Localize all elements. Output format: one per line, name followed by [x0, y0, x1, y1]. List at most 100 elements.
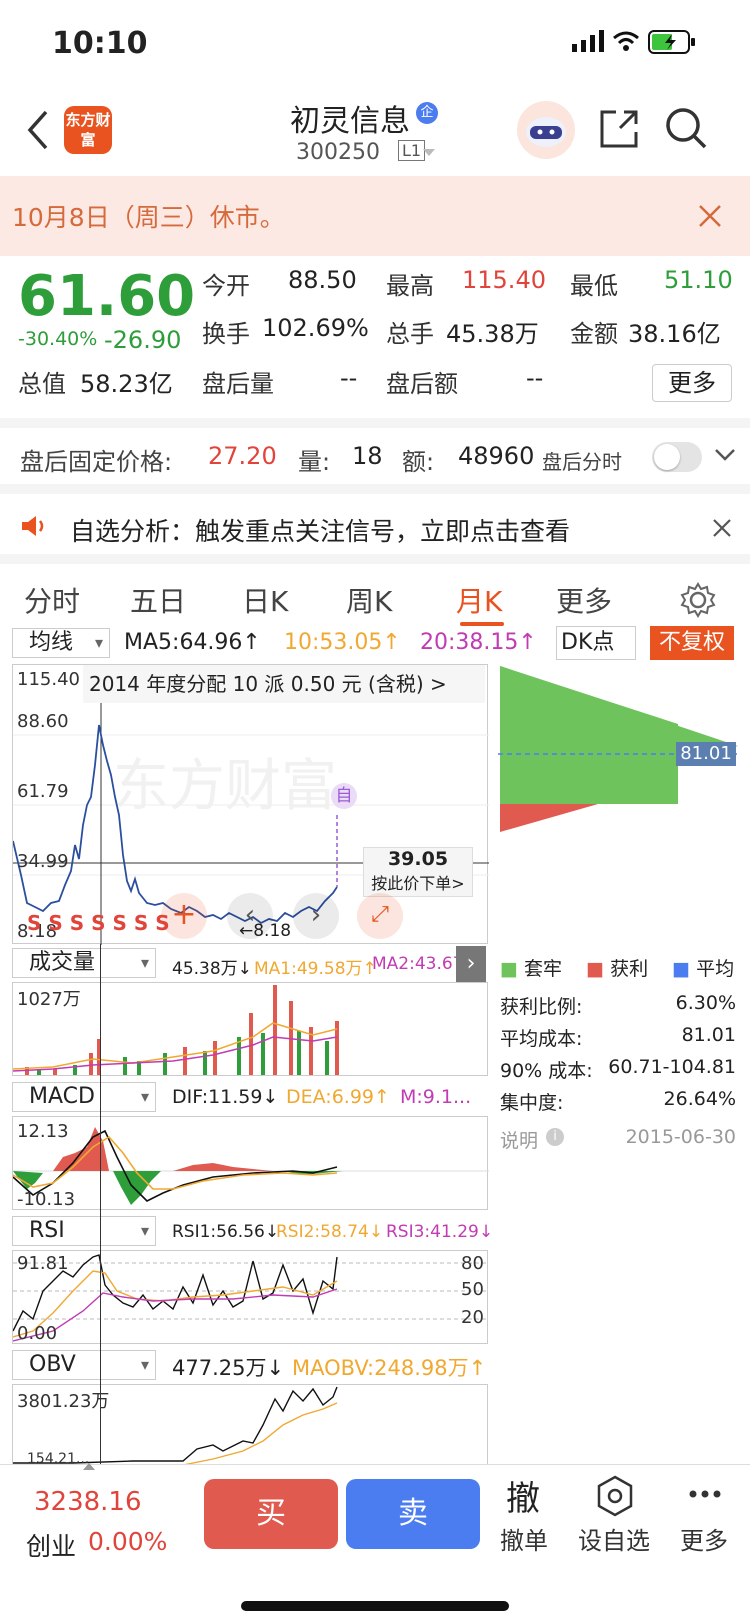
index-value[interactable]: 3238.16 [34, 1487, 142, 1517]
after-hours-price: 27.20 [208, 442, 277, 470]
obv-chart[interactable]: 3801.23万 154.21... [12, 1384, 488, 1467]
notice-text: 10月8日（周三）休市。 [12, 203, 285, 232]
after-hours-vol-label: 量: [298, 448, 331, 476]
more-dots-icon[interactable] [688, 1489, 722, 1499]
high-value: 115.40 [462, 266, 546, 294]
status-bar: 10:10 [0, 0, 750, 88]
kline-chart[interactable]: 东方财富 115.40 88.60 61.79 34.99 8.18 2014 … [12, 664, 489, 945]
after-hours-toggle[interactable] [652, 442, 702, 472]
tab-weekly-k[interactable]: 周K [346, 580, 392, 620]
index-change: 0.00% [88, 1527, 168, 1556]
gear-icon[interactable] [680, 582, 716, 618]
after-hours-amount-value: -- [526, 364, 544, 392]
indicator-select-macd[interactable]: MACD [12, 1082, 156, 1112]
crosshair-line [100, 944, 101, 1464]
set-watchlist-button[interactable]: 设自选 [578, 1521, 650, 1556]
chevron-right-icon[interactable]: › [293, 893, 339, 939]
turnover-label: 换手 [202, 320, 250, 348]
legend-average: 平均 [696, 958, 735, 980]
chip-avg-tag: 81.01 [676, 742, 736, 766]
tab-daily-k[interactable]: 日K [242, 580, 288, 620]
bottom-trade-bar: 3238.16 创业 0.00% 买 卖 撤 撤单 设自选 更多 [0, 1461, 750, 1624]
chip-stat-label: 平均成本: [500, 1028, 583, 1050]
chip-note-label: 说明 [500, 1130, 539, 1152]
after-hours-amt: 48960 [458, 442, 535, 470]
rsi-level-80: 80 [461, 1253, 484, 1274]
bottom-more-button[interactable]: 更多 [680, 1521, 728, 1556]
after-hours-amount-label: 盘后额 [386, 370, 458, 398]
dividend-banner[interactable]: 2014 年度分配 10 派 0.50 元 (含税) > [83, 665, 485, 703]
chip-stat-row: 平均成本: 81.01 [500, 1024, 736, 1056]
chip-stat-row: 集中度: 26.64% [500, 1088, 736, 1120]
order-price: 39.05 [387, 848, 449, 870]
mktcap-label: 总值 [18, 370, 66, 398]
stock-code: 300250 [296, 140, 380, 165]
indicator-select-volume[interactable]: 成交量 [12, 948, 156, 978]
quote-panel: 61.60 -30.40% -26.90 今开 88.50 最高 115.40 … [0, 256, 750, 416]
zoom-in-icon[interactable]: + [161, 893, 207, 939]
share-icon[interactable] [598, 108, 640, 150]
maobv-value: MAOBV:248.98万↑ [292, 1356, 487, 1380]
legend-trapped: 套牢 [524, 958, 563, 980]
chip-stat-value: 6.30% [675, 992, 736, 1014]
chip-distribution[interactable]: 81.01 [498, 664, 738, 944]
macd-max-label: 12.13 [17, 1121, 69, 1142]
indicator-select-obv[interactable]: OBV [12, 1350, 156, 1380]
chevron-left-icon[interactable]: ‹ [227, 893, 273, 939]
close-icon[interactable] [712, 518, 732, 538]
order-price-tag[interactable]: 39.05 按此价下单> [363, 847, 473, 897]
panel-expand-arrow-icon[interactable]: › [456, 946, 486, 982]
chevron-down-icon[interactable] [714, 448, 736, 462]
watchlist-alert[interactable]: 自选分析：触发重点关注信号，立即点击查看 [0, 484, 750, 554]
tab-more[interactable]: 更多 [556, 580, 612, 620]
info-icon[interactable]: i [546, 1128, 564, 1146]
volume-ma1: MA1:49.58万↑ [254, 959, 377, 979]
indicator-select-ma[interactable]: 均线 [12, 628, 110, 658]
dk-point-select[interactable]: DK点 [556, 626, 636, 660]
amount-value: 38.16亿 [628, 320, 721, 348]
chevron-down-icon[interactable] [422, 148, 436, 158]
alert-text: 自选分析：触发重点关注信号，立即点击查看 [70, 517, 571, 546]
cancel-order-icon[interactable]: 撤 [506, 1471, 540, 1520]
battery-icon [648, 30, 695, 54]
sell-signal-marks: S S S S S S S [27, 911, 170, 935]
quote-more-button[interactable]: 更多 [652, 364, 732, 402]
tab-monthly-k[interactable]: 月K [456, 580, 502, 620]
y-axis-label-2: 88.60 [17, 711, 69, 732]
sell-button[interactable]: 卖 [346, 1479, 480, 1549]
volume-chart[interactable]: 1027万 [12, 982, 488, 1076]
after-hours-volume-label: 盘后量 [202, 370, 274, 398]
volume-max-label: 1027万 [17, 989, 81, 1010]
app-logo[interactable]: 东方财富 [64, 106, 112, 154]
stock-header: 东方财富 初灵信息 企 300250 L1 [0, 88, 750, 176]
macd-chart[interactable]: 12.13 -10.13 [12, 1116, 489, 1210]
wifi-icon [613, 31, 639, 51]
after-hours-volume-value: -- [340, 364, 358, 392]
macd-dif: DIF:11.59↓ [172, 1086, 279, 1108]
index-name: 创业 [26, 1532, 77, 1561]
expand-icon[interactable]: ⤢ [357, 893, 403, 939]
after-hours-row: 盘后固定价格: 27.20 量: 18 额: 48960 盘后分时 [0, 418, 750, 484]
rsi-chart[interactable]: 91.81 0.00 80 50 20 [12, 1250, 489, 1344]
ma20-value: 20:38.15↑ [420, 630, 537, 655]
self-select-marker[interactable]: 自 [331, 783, 357, 809]
indicator-select-rsi[interactable]: RSI [12, 1216, 156, 1246]
close-icon[interactable] [698, 204, 722, 228]
change-pct: -30.40% [18, 328, 98, 350]
current-price: 61.60 [18, 264, 196, 329]
tab-timeshare[interactable]: 分时 [24, 580, 80, 620]
robot-avatar-icon[interactable] [516, 100, 576, 160]
search-icon[interactable] [664, 106, 708, 150]
hexagon-settings-icon[interactable] [596, 1475, 634, 1517]
chip-stat-row: 获利比例: 6.30% [500, 992, 736, 1024]
obv-value: 477.25万↓ [172, 1356, 285, 1380]
adjust-button[interactable]: 不复权 [650, 626, 734, 660]
back-arrow-icon[interactable] [26, 110, 50, 150]
tab-five-day[interactable]: 五日 [130, 580, 186, 620]
cancel-order-button[interactable]: 撤单 [500, 1521, 548, 1556]
y-axis-label-4: 34.99 [17, 851, 69, 872]
chevron-up-icon[interactable] [82, 1461, 96, 1471]
chip-note-row[interactable]: 说明 i 2015-06-30 [500, 1126, 736, 1166]
buy-button[interactable]: 买 [204, 1479, 338, 1549]
rsi-level-20: 20 [461, 1307, 484, 1328]
